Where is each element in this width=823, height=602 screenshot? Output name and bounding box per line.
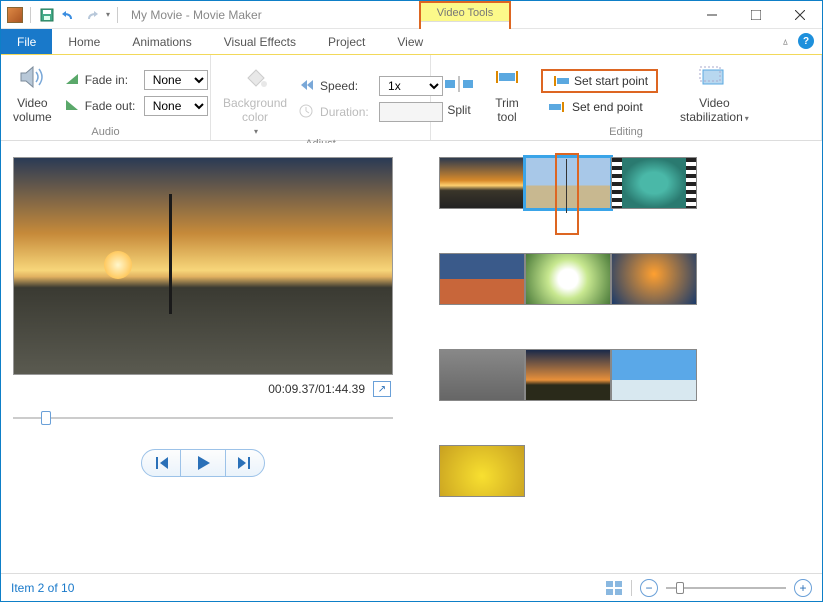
fade-out-select[interactable]: None [144,96,208,116]
paint-bucket-icon [239,61,271,93]
minimize-button[interactable] [690,1,734,29]
stabilization-icon [698,61,730,93]
zoom-in-button[interactable]: + [794,579,812,597]
timeline-pane[interactable] [421,143,822,573]
next-frame-button[interactable] [225,449,265,477]
set-end-point-button[interactable]: Set end point [541,97,658,117]
statusbar: Item 2 of 10 − + [1,573,822,601]
tab-view[interactable]: View [381,29,439,54]
seek-bar[interactable] [13,415,393,421]
content-area: 00:09.37/01:44.39 ↗ [1,143,822,573]
split-icon [443,68,475,100]
trim-icon [491,61,523,93]
status-text: Item 2 of 10 [11,581,74,595]
tab-home[interactable]: Home [52,29,116,54]
timeline-row [439,157,812,209]
speaker-icon [16,61,48,93]
titlebar: ▾ My Movie - Movie Maker Video Tools Edi… [1,1,822,29]
close-button[interactable] [778,1,822,29]
ribbon-tabs: File Home Animations Visual Effects Proj… [1,29,822,55]
timeline-row [439,253,812,305]
timeline-row [439,349,812,401]
duration-control: Duration: [299,102,443,122]
tab-visual-effects[interactable]: Visual Effects [208,29,312,54]
zoom-slider[interactable] [666,587,786,589]
video-stabilization-button[interactable]: Video stabilization▾ [676,59,753,126]
playhead-highlight [555,153,579,235]
clip-hill[interactable] [525,349,611,401]
clip-flowers[interactable] [525,253,611,305]
app-icon [7,7,23,23]
qat-undo-button[interactable] [60,6,78,24]
transport-controls [13,449,393,477]
fade-in-control: Fade in: None [64,70,208,90]
fade-in-select[interactable]: None [144,70,208,90]
fade-out-control: Fade out: None [64,96,208,116]
group-editing: Split Trim tool Set start point Set end … [431,55,822,140]
speed-control: Speed: 1x [299,76,443,96]
qat-customize-icon[interactable]: ▾ [106,10,110,19]
playhead[interactable] [566,159,567,213]
zoom-thumb[interactable] [676,582,684,594]
clip-canyon[interactable] [439,253,525,305]
start-point-icon [551,75,569,87]
clip-penguin[interactable] [611,349,697,401]
window-title: My Movie - Movie Maker [131,8,262,22]
thumbnail-view-icon[interactable] [605,580,623,596]
background-color-button: Background color▾ [219,59,291,138]
trim-tool-button[interactable]: Trim tool [487,59,527,126]
split-button[interactable]: Split [439,66,479,119]
clip-sunset[interactable] [439,157,525,209]
set-start-point-button[interactable]: Set start point [541,69,658,93]
group-audio: Video volume Fade in: None Fade out: Non… [1,55,211,140]
fullscreen-button[interactable]: ↗ [373,381,391,397]
tab-project[interactable]: Project [312,29,381,54]
preview-frame [13,157,393,375]
prev-frame-button[interactable] [141,449,181,477]
video-tools-header: Video Tools [421,3,509,21]
qat-redo-button[interactable] [82,6,100,24]
clip-tulip[interactable] [439,445,525,497]
fade-out-icon [64,98,80,114]
seek-thumb[interactable] [41,411,51,425]
preview-pane: 00:09.37/01:44.39 ↗ [1,143,421,573]
clock-icon [299,104,315,120]
end-point-icon [549,101,567,113]
clip-badge[interactable] [611,157,697,209]
zoom-out-button[interactable]: − [640,579,658,597]
group-adjust: Background color▾ Speed: 1x Duration: Ad… [211,55,431,140]
qat-save-button[interactable] [38,6,56,24]
ribbon-collapse-icon[interactable]: ㅿ [781,34,790,49]
clip-koala[interactable] [439,349,525,401]
speed-icon [299,78,315,94]
play-button[interactable] [181,449,225,477]
help-icon[interactable]: ? [798,33,814,49]
tab-file[interactable]: File [1,29,52,54]
clip-jelly[interactable] [611,253,697,305]
fade-in-icon [64,72,80,88]
preview-time-label: 00:09.37/01:44.39 [268,382,365,396]
timeline-row [439,445,812,497]
maximize-button[interactable] [734,1,778,29]
video-volume-button[interactable]: Video volume [9,59,56,126]
ribbon: Video volume Fade in: None Fade out: Non… [1,55,822,141]
tab-animations[interactable]: Animations [116,29,207,54]
